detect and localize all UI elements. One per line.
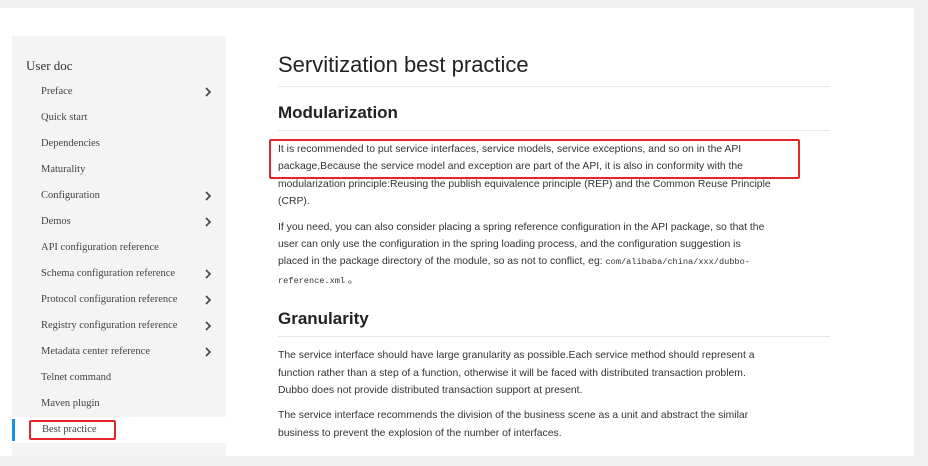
sidebar-item-label: Registry configuration reference <box>41 320 178 331</box>
sidebar-item-dependencies[interactable]: Dependencies <box>12 131 226 157</box>
sidebar-item-maturality[interactable]: Maturality <box>12 157 226 183</box>
sidebar-item-metadata-center-reference[interactable]: Metadata center reference <box>12 339 226 365</box>
paragraph-granularity-2: The service interface recommends the div… <box>278 410 749 439</box>
paragraph-modularization-2: If you need, you can also consider placi… <box>278 221 765 286</box>
inline-code-file: reference.xml <box>278 275 346 286</box>
sidebar-title: User doc <box>26 58 73 73</box>
sidebar-item-label: Metadata center reference <box>41 346 150 357</box>
sidebar-item-label: Maven plugin <box>41 398 100 409</box>
highlight-box <box>269 139 800 179</box>
main-content: Servitization best practice Modularizati… <box>278 50 830 442</box>
sidebar-item-label: Best practice <box>29 420 116 440</box>
page-title: Servitization best practice <box>278 50 830 87</box>
section-heading-granularity: Granularity <box>278 307 830 338</box>
sidebar-item-label: Telnet command <box>41 372 112 383</box>
sidebar-nav: Preface Quick start Dependencies Matural… <box>12 79 226 443</box>
chevron-right-icon[interactable] <box>202 313 214 339</box>
chevron-right-icon[interactable] <box>202 339 214 365</box>
sidebar-item-quick-start[interactable]: Quick start <box>12 105 226 131</box>
sidebar-item-label: Protocol configuration reference <box>41 294 178 305</box>
sidebar-item-schema-configuration-reference[interactable]: Schema configuration reference <box>12 261 226 287</box>
chevron-right-icon[interactable] <box>202 79 214 105</box>
sidebar-item-label: Demos <box>41 216 71 227</box>
sidebar-item-telnet-command[interactable]: Telnet command <box>12 365 226 391</box>
paragraph-granularity-1: The service interface should have large … <box>278 350 755 397</box>
sidebar-item-api-configuration-reference[interactable]: API configuration reference <box>12 235 226 261</box>
chevron-right-icon[interactable] <box>202 287 214 313</box>
sidebar-item-label: Dependencies <box>41 138 100 149</box>
sidebar-item-label: Schema configuration reference <box>41 268 176 279</box>
sidebar-item-protocol-configuration-reference[interactable]: Protocol configuration reference <box>12 287 226 313</box>
sidebar-item-label: Quick start <box>41 112 88 123</box>
page: User doc Preface Quick start Dependencie… <box>0 8 914 456</box>
section-heading-modularization: Modularization <box>278 101 830 131</box>
chevron-right-icon[interactable] <box>202 209 214 235</box>
sidebar-item-maven-plugin[interactable]: Maven plugin <box>12 391 226 417</box>
sidebar-item-label: API configuration reference <box>41 242 159 253</box>
chevron-right-icon[interactable] <box>202 183 214 209</box>
sidebar: User doc Preface Quick start Dependencie… <box>12 36 226 456</box>
chevron-right-icon[interactable] <box>202 261 214 287</box>
sidebar-item-preface[interactable]: Preface <box>12 79 226 105</box>
sidebar-item-demos[interactable]: Demos <box>12 209 226 235</box>
sidebar-item-label: Configuration <box>41 190 100 201</box>
sidebar-item-label: Preface <box>41 86 73 97</box>
inline-code-path: com/alibaba/china/xxx/dubbo- <box>605 257 750 268</box>
sidebar-item-best-practice[interactable]: Best practice <box>12 417 226 443</box>
sidebar-item-configuration[interactable]: Configuration <box>12 183 226 209</box>
sidebar-item-registry-configuration-reference[interactable]: Registry configuration reference <box>12 313 226 339</box>
sidebar-item-label: Maturality <box>41 164 86 175</box>
